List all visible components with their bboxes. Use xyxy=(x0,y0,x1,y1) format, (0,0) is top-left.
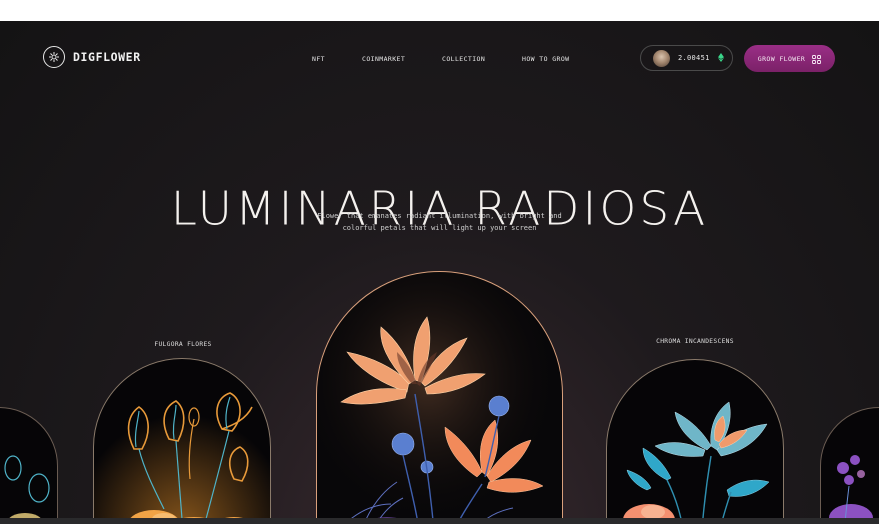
grow-flower-label: GROW FLOWER xyxy=(757,54,806,63)
ethereum-icon xyxy=(717,52,724,64)
nav-item-collection[interactable]: COLLECTION xyxy=(442,55,485,63)
nav-item-how-to-grow[interactable]: HOW TO GROW xyxy=(522,55,569,63)
flower-card-chroma-incandescens[interactable] xyxy=(606,359,784,518)
grid-icon xyxy=(812,49,822,68)
app-frame: DIGFLOWER NFT COINMARKET COLLECTION HOW … xyxy=(0,21,879,518)
hero-subtitle-line2: colorful petals that will light up your … xyxy=(342,224,537,232)
brand-name: DIGFLOWER xyxy=(73,50,141,64)
wallet-balance-button[interactable]: 2.00451 xyxy=(640,45,733,71)
avatar xyxy=(653,49,670,67)
grow-flower-button[interactable]: GROW FLOWER xyxy=(744,45,835,72)
nav-item-nft[interactable]: NFT xyxy=(312,55,325,63)
hero-subtitle: Flower that emanates radiant illuminatio… xyxy=(300,210,579,234)
wallet-amount: 2.00451 xyxy=(678,54,710,62)
hero-subtitle-line1: Flower that emanates radiant illuminatio… xyxy=(317,212,562,220)
logo-flower-icon xyxy=(43,46,65,68)
bottom-scroll-edge xyxy=(0,518,879,524)
card-label-chroma: CHROMA INCANDESCENS xyxy=(656,338,734,345)
flower-card-luminaria-radiosa[interactable] xyxy=(316,271,563,518)
nav-item-coinmarket[interactable]: COINMARKET xyxy=(362,55,405,63)
brand-logo[interactable]: DIGFLOWER xyxy=(43,46,141,68)
card-label-fulgora: FULGORA FLORES xyxy=(154,341,212,348)
flower-card-far-left[interactable] xyxy=(0,407,58,518)
flower-card-fulgora-flores[interactable] xyxy=(93,358,271,518)
flower-card-far-right[interactable] xyxy=(820,407,879,518)
